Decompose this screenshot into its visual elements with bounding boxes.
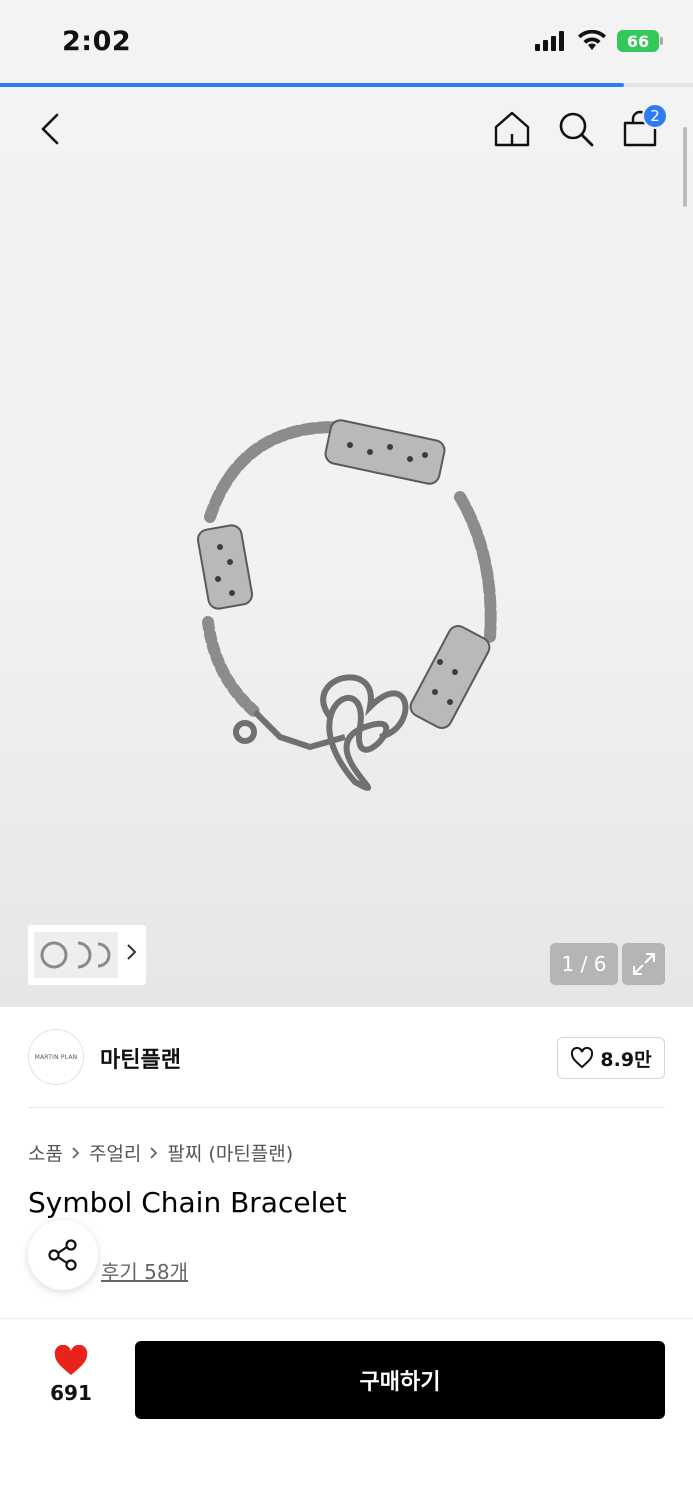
brand-logo[interactable]: MARTIN PLAN <box>28 1029 84 1085</box>
search-icon <box>559 112 594 147</box>
like-button[interactable]: 691 <box>36 1345 106 1415</box>
signal-icon <box>535 31 564 51</box>
expand-icon <box>632 953 655 975</box>
home-icon <box>494 111 530 147</box>
expand-image-button[interactable] <box>622 943 665 985</box>
bottom-action-bar: 691 구매하기 <box>0 1318 693 1500</box>
like-count: 691 <box>50 1381 92 1405</box>
product-photo <box>196 419 497 791</box>
search-button[interactable] <box>554 107 598 151</box>
image-page-indicator: 1 / 6 <box>550 943 618 985</box>
battery-level: 66 <box>626 31 650 51</box>
share-icon <box>48 1239 77 1271</box>
brand-row[interactable]: MARTIN PLAN 마틴플랜 8.9만 <box>28 1028 665 1086</box>
cart-count-badge: 2 <box>642 103 668 129</box>
scrollbar-thumb[interactable] <box>683 127 687 207</box>
status-bar: 2:02 66 <box>0 0 693 84</box>
brand-name[interactable]: 마틴플랜 <box>100 1042 181 1074</box>
chevron-right-icon <box>72 1146 80 1159</box>
home-button[interactable] <box>490 107 534 151</box>
share-button[interactable] <box>28 1220 98 1290</box>
review-count-link[interactable]: 후기 58개 <box>101 1256 188 1285</box>
status-icons: 66 <box>535 30 663 52</box>
breadcrumb: 소품 주얼리 팔찌 (마틴플랜) <box>28 1139 293 1166</box>
heart-icon <box>54 1345 88 1375</box>
breadcrumb-item[interactable]: 주얼리 <box>89 1139 141 1166</box>
chevron-right-icon <box>150 1146 158 1159</box>
thumbnail-strip[interactable] <box>28 925 146 985</box>
divider <box>28 1107 665 1108</box>
heart-outline-icon <box>571 1047 594 1069</box>
brand-like-button[interactable]: 8.9만 <box>557 1037 665 1079</box>
brand-like-count: 8.9만 <box>600 1048 652 1071</box>
product-title: Symbol Chain Bracelet <box>28 1186 347 1219</box>
wifi-icon <box>578 30 606 50</box>
buy-button[interactable]: 구매하기 <box>135 1341 665 1419</box>
breadcrumb-item[interactable]: 팔찌 (마틴플랜) <box>167 1139 293 1166</box>
breadcrumb-item[interactable]: 소품 <box>28 1139 63 1166</box>
chevron-right-icon <box>127 944 137 960</box>
back-icon <box>41 113 59 145</box>
battery-indicator: 66 <box>617 30 663 52</box>
cart-button[interactable]: 2 <box>618 103 668 151</box>
product-image-gallery[interactable]: 2 1 / 6 <box>0 87 693 1007</box>
status-time: 2:02 <box>62 26 132 57</box>
back-button[interactable] <box>30 109 70 149</box>
thumbnail-image <box>34 932 118 978</box>
